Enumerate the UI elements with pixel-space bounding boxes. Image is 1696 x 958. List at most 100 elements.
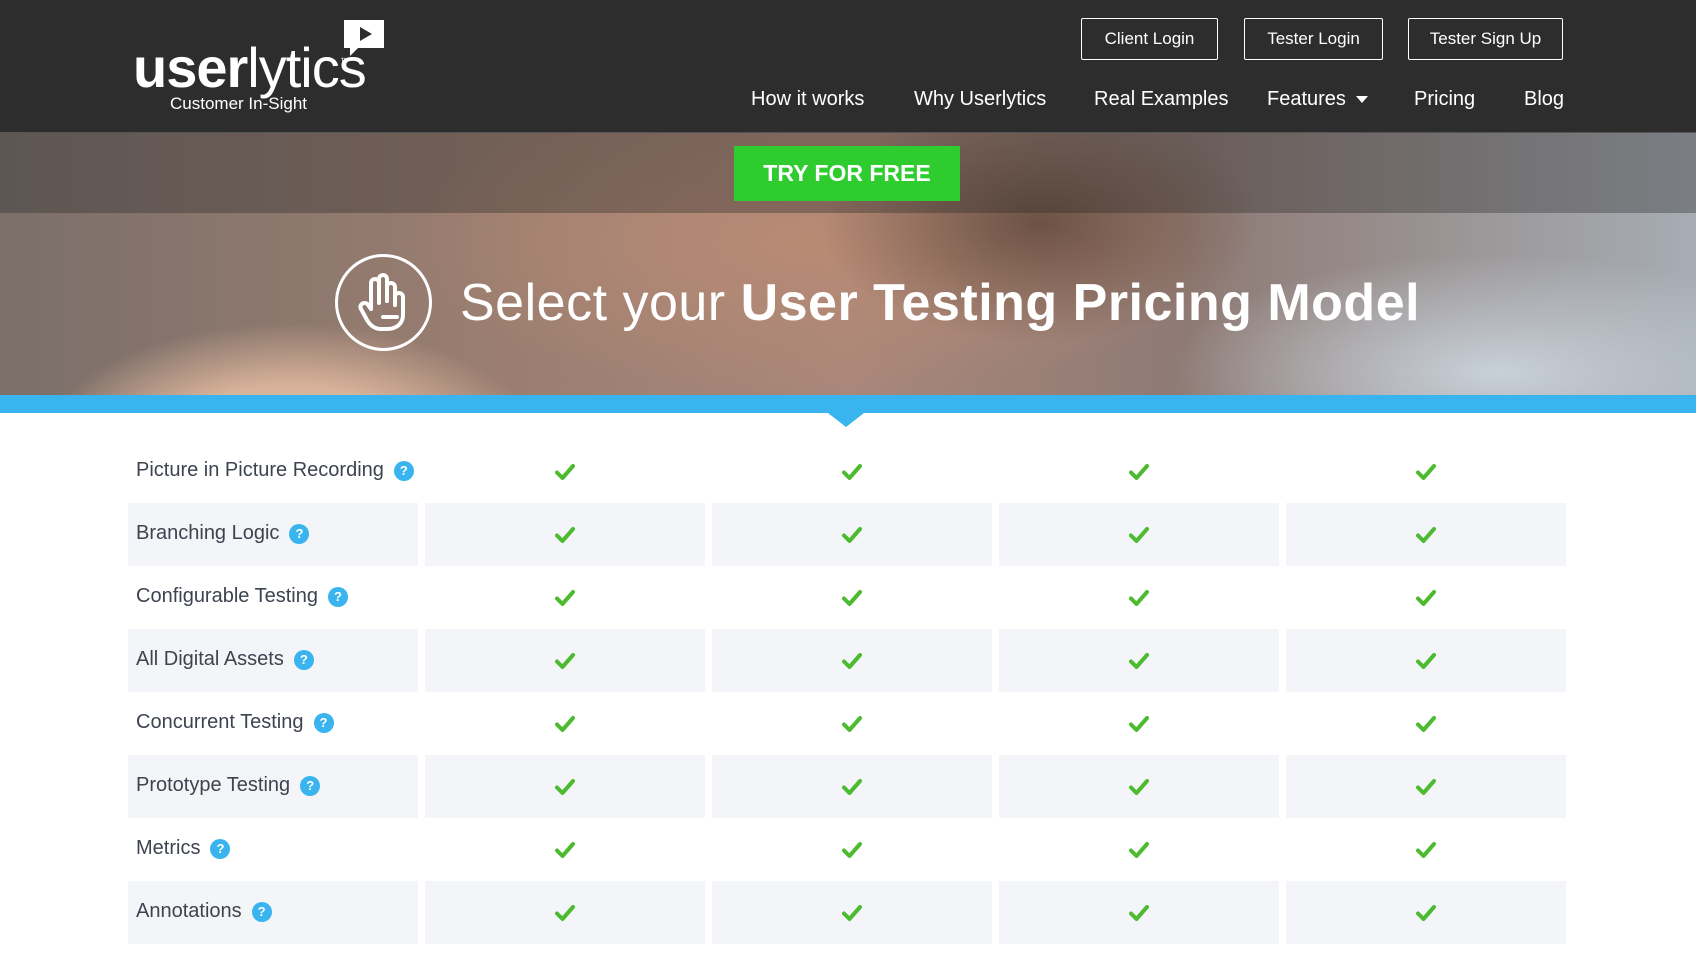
plan-3-cell [999, 629, 1279, 692]
table-row: Metrics? [0, 818, 1696, 881]
feature-name-cell: Configurable Testing? [128, 566, 418, 629]
feature-label: Annotations? [136, 900, 272, 923]
table-row: Prototype Testing? [0, 755, 1696, 818]
plan-1-cell [425, 881, 705, 944]
plan-2-cell [712, 440, 992, 503]
feature-label: Branching Logic? [136, 522, 310, 545]
checkmark-icon [1416, 463, 1436, 481]
play-bubble-icon [344, 20, 384, 56]
userlytics-logo[interactable]: userlytics ™ Customer In-Sight [133, 18, 393, 118]
help-icon[interactable]: ? [210, 838, 231, 859]
checkmark-icon [555, 841, 575, 859]
table-row: Annotations? [0, 881, 1696, 944]
logo-wordmark: userlytics [133, 36, 367, 99]
checkmark-icon [1129, 463, 1149, 481]
checkmark-icon [1416, 526, 1436, 544]
table-row: All Digital Assets? [0, 629, 1696, 692]
feature-label-text: Picture in Picture Recording [136, 459, 384, 481]
plan-2-cell [712, 881, 992, 944]
plan-3-cell [999, 881, 1279, 944]
checkmark-icon [842, 589, 862, 607]
feature-label-text: Branching Logic [136, 522, 280, 544]
plan-1-cell [425, 566, 705, 629]
checkmark-icon [555, 526, 575, 544]
page-title: Select your User Testing Pricing Model [460, 274, 1421, 332]
nav-how-it-works[interactable]: How it works [751, 88, 864, 111]
plan-4-cell [1286, 692, 1566, 755]
feature-name-cell: All Digital Assets? [128, 629, 418, 692]
hand-touch-icon [335, 254, 432, 351]
table-row: Concurrent Testing? [0, 692, 1696, 755]
feature-label: All Digital Assets? [136, 648, 314, 671]
checkmark-icon [842, 841, 862, 859]
nav-features[interactable]: Features [1267, 88, 1368, 111]
checkmark-icon [842, 526, 862, 544]
checkmark-icon [1129, 715, 1149, 733]
checkmark-icon [555, 463, 575, 481]
checkmark-icon [1129, 589, 1149, 607]
help-icon[interactable]: ? [289, 523, 310, 544]
plan-3-cell [999, 566, 1279, 629]
plan-4-cell [1286, 755, 1566, 818]
feature-label-text: Concurrent Testing [136, 711, 304, 733]
help-icon[interactable]: ? [251, 901, 272, 922]
checkmark-icon [1129, 841, 1149, 859]
plan-4-cell [1286, 503, 1566, 566]
nav-pricing[interactable]: Pricing [1414, 88, 1475, 111]
plan-2-cell [712, 755, 992, 818]
table-row: Configurable Testing? [0, 566, 1696, 629]
checkmark-icon [1129, 904, 1149, 922]
plan-3-cell [999, 692, 1279, 755]
plan-1-cell [425, 818, 705, 881]
feature-label-text: Metrics [136, 837, 201, 859]
feature-label: Picture in Picture Recording? [136, 459, 414, 482]
tester-login-button[interactable]: Tester Login [1244, 18, 1383, 60]
checkmark-icon [842, 904, 862, 922]
feature-label-text: All Digital Assets [136, 648, 284, 670]
plan-4-cell [1286, 440, 1566, 503]
feature-name-cell: Picture in Picture Recording? [128, 440, 418, 503]
feature-label-text: Prototype Testing [136, 774, 291, 796]
help-icon[interactable]: ? [327, 586, 348, 607]
plan-2-cell [712, 692, 992, 755]
nav-blog[interactable]: Blog [1524, 88, 1564, 111]
plan-4-cell [1286, 566, 1566, 629]
logo-tagline: Customer In-Sight [170, 94, 307, 113]
help-icon[interactable]: ? [293, 649, 314, 670]
plan-3-cell [999, 440, 1279, 503]
nav-why-userlytics[interactable]: Why Userlytics [914, 88, 1046, 111]
plan-1-cell [425, 629, 705, 692]
checkmark-icon [1416, 715, 1436, 733]
feature-label-text: Annotations [136, 900, 242, 922]
checkmark-icon [842, 652, 862, 670]
try-for-free-button[interactable]: TRY FOR FREE [734, 146, 960, 201]
plan-2-cell [712, 629, 992, 692]
feature-name-cell: Prototype Testing? [128, 755, 418, 818]
plan-1-cell [425, 440, 705, 503]
feature-name-cell: Metrics? [128, 818, 418, 881]
client-login-button[interactable]: Client Login [1081, 18, 1218, 60]
checkmark-icon [1416, 652, 1436, 670]
help-icon[interactable]: ? [393, 460, 414, 481]
feature-name-cell: Concurrent Testing? [128, 692, 418, 755]
checkmark-icon [1129, 526, 1149, 544]
checkmark-icon [842, 778, 862, 796]
plan-3-cell [999, 755, 1279, 818]
help-icon[interactable]: ? [313, 712, 334, 733]
checkmark-icon [555, 589, 575, 607]
checkmark-icon [842, 715, 862, 733]
feature-label: Metrics? [136, 837, 231, 860]
nav-real-examples[interactable]: Real Examples [1094, 88, 1229, 111]
help-icon[interactable]: ? [300, 775, 321, 796]
plan-3-cell [999, 503, 1279, 566]
checkmark-icon [842, 463, 862, 481]
checkmark-icon [1416, 841, 1436, 859]
accent-divider [0, 395, 1696, 413]
checkmark-icon [1129, 778, 1149, 796]
checkmark-icon [1129, 652, 1149, 670]
checkmark-icon [555, 715, 575, 733]
feature-label-text: Configurable Testing [136, 585, 318, 607]
checkmark-icon [1416, 778, 1436, 796]
tester-signup-button[interactable]: Tester Sign Up [1408, 18, 1563, 60]
plan-4-cell [1286, 881, 1566, 944]
